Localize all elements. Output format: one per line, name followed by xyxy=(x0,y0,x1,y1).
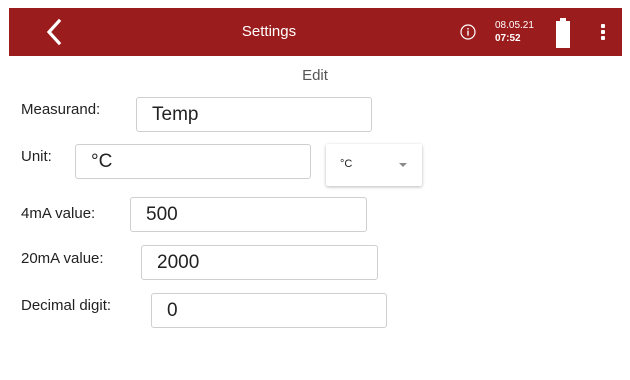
measurand-input[interactable]: Temp xyxy=(136,97,372,132)
decimal-digit-input[interactable]: 0 xyxy=(151,293,387,328)
top-app-bar: Settings 08.05.21 07:52 xyxy=(9,8,622,56)
unit-input[interactable]: °C xyxy=(75,144,311,179)
section-title: Edit xyxy=(302,67,328,84)
menu-dot xyxy=(601,24,605,28)
value-4ma-label: 4mA value: xyxy=(21,205,96,222)
value-4ma-input[interactable]: 500 xyxy=(130,197,367,232)
settings-screen: Settings 08.05.21 07:52 Edit Measurand: … xyxy=(0,0,630,380)
battery-body xyxy=(556,21,570,48)
unit-dropdown[interactable]: °C xyxy=(326,144,422,186)
decimal-digit-label: Decimal digit: xyxy=(21,297,112,314)
measurand-label: Measurand: xyxy=(21,101,101,118)
page-title: Settings xyxy=(241,23,297,40)
info-icon[interactable] xyxy=(460,24,476,40)
value-20ma-label: 20mA value: xyxy=(21,250,104,267)
value-20ma-input[interactable]: 2000 xyxy=(141,245,378,280)
more-vertical-icon[interactable] xyxy=(593,22,613,42)
menu-dot xyxy=(601,30,605,34)
battery-icon xyxy=(556,18,570,48)
time-text: 07:52 xyxy=(495,33,521,44)
menu-dot xyxy=(601,36,605,40)
unit-label: Unit: xyxy=(21,148,52,165)
unit-dropdown-value: °C xyxy=(340,158,353,170)
date-time-display: 08.05.21 07:52 xyxy=(495,19,534,45)
dropdown-arrow-icon xyxy=(399,163,407,167)
date-text: 08.05.21 xyxy=(495,20,534,31)
